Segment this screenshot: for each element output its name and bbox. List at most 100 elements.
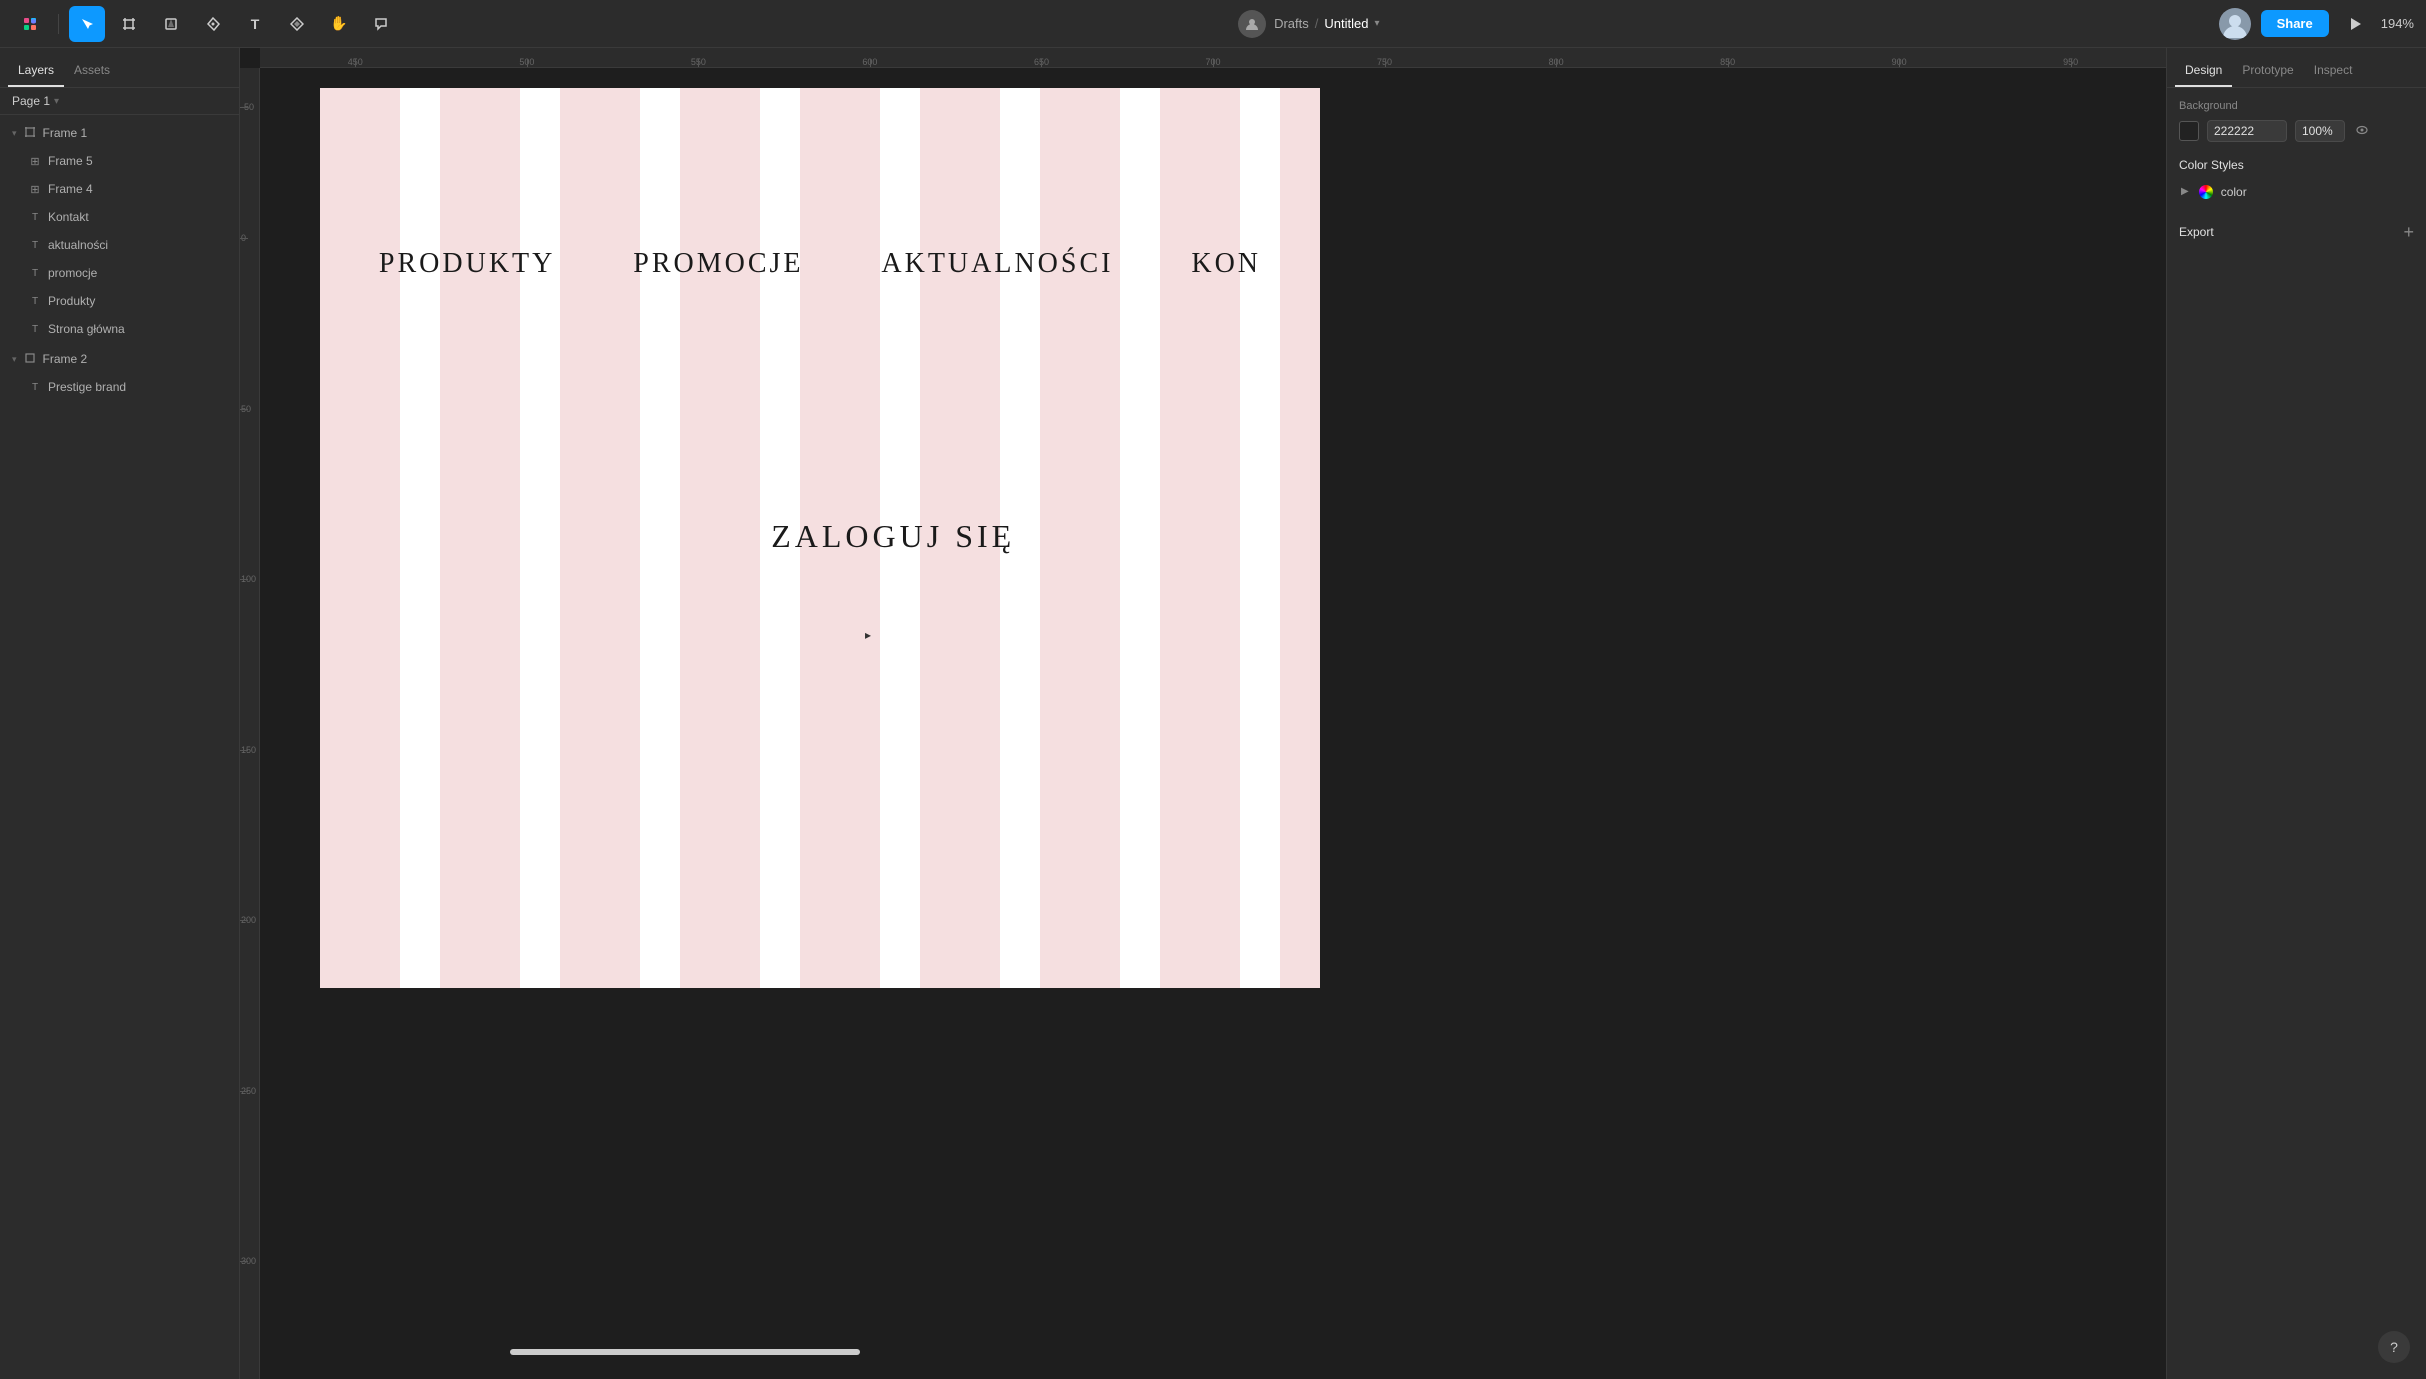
layer-item-frame2[interactable]: ▾ Frame 2 (0, 345, 239, 373)
tab-layers[interactable]: Layers (8, 55, 64, 87)
left-panel: Layers Assets Page 1 ▾ ▾ F (0, 48, 240, 1379)
export-add-button[interactable]: + (2403, 223, 2414, 241)
layer-name-promocje: promocje (48, 266, 231, 280)
color-style-expand-button[interactable]: ▶ (2179, 184, 2191, 199)
color-style-row-color[interactable]: ▶ color (2179, 180, 2414, 203)
layer-name-kontakt: Kontakt (48, 210, 231, 224)
profile-avatar[interactable] (2219, 8, 2251, 40)
play-button[interactable] (2339, 8, 2371, 40)
topbar-right: Share 194% (2219, 8, 2414, 40)
frame-icon-frame4: ⊞ (28, 183, 42, 196)
zoom-level: 194% (2381, 16, 2414, 31)
layer-item-frame1[interactable]: ▾ Frame 1 (0, 119, 239, 147)
export-section: Export + (2179, 223, 2414, 241)
color-style-dot (2199, 185, 2213, 199)
select-tool-button[interactable] (69, 6, 105, 42)
text-icon-aktualnosci: T (28, 240, 42, 251)
help-button[interactable]: ? (2378, 1331, 2410, 1363)
layer-item-produkty[interactable]: T Produkty (0, 287, 239, 315)
expand-arrow-frame1: ▾ (12, 128, 17, 139)
layer-name-frame5: Frame 5 (48, 154, 231, 168)
canvas-center-text: ZALOGUJ SIĘ (771, 518, 1015, 555)
text-tool-button[interactable]: T (237, 6, 273, 42)
layer-name-aktualnosci: aktualności (48, 238, 231, 252)
layer-item-prestige-brand[interactable]: T Prestige brand (0, 373, 239, 401)
background-color-swatch[interactable] (2179, 121, 2199, 141)
frame-icon-frame2 (23, 353, 37, 366)
comment-tool-button[interactable] (363, 6, 399, 42)
export-label: Export (2179, 225, 2214, 239)
color-style-name: color (2221, 185, 2247, 199)
breadcrumb-drafts: Drafts (1274, 16, 1309, 31)
expand-arrow-frame2: ▾ (12, 354, 17, 365)
ruler-horizontal: 450 500 550 600 650 700 750 800 850 900 (260, 48, 2166, 68)
tab-prototype[interactable]: Prototype (2232, 55, 2303, 87)
layer-item-kontakt[interactable]: T Kontakt (0, 203, 239, 231)
topbar-left: T ✋ (12, 6, 399, 42)
layer-name-strona-glowna: Strona główna (48, 322, 231, 336)
layer-name-frame4: Frame 4 (48, 182, 231, 196)
layer-item-strona-glowna[interactable]: T Strona główna (0, 315, 239, 343)
nav-item-aktualnosci: AKTUALNOŚCI (881, 248, 1113, 280)
frame-tool-button[interactable] (111, 6, 147, 42)
user-avatar[interactable] (1238, 10, 1266, 38)
nav-item-promocje: PROMOCJE (633, 248, 803, 280)
page-selector[interactable]: Page 1 ▾ (0, 88, 239, 115)
layer-item-aktualnosci[interactable]: T aktualności (0, 231, 239, 259)
right-panel-content: Background Color Styles (2167, 88, 2426, 1379)
canvas-area[interactable]: 450 500 550 600 650 700 750 800 850 900 (240, 48, 2166, 1379)
text-icon-produkty: T (28, 296, 42, 307)
tab-inspect[interactable]: Inspect (2304, 55, 2363, 87)
panel-tabs: Layers Assets (0, 48, 239, 88)
page-name: Page 1 (12, 94, 50, 108)
tab-assets[interactable]: Assets (64, 55, 120, 87)
background-visibility-button[interactable] (2353, 121, 2371, 142)
shape-tool-button[interactable] (153, 6, 189, 42)
pen-tool-button[interactable] (195, 6, 231, 42)
breadcrumb-dropdown-arrow[interactable]: ▾ (1374, 18, 1379, 29)
text-tool-icon: T (251, 16, 260, 32)
hand-tool-icon: ✋ (330, 15, 347, 32)
cursor-indicator: ▸ (865, 628, 871, 642)
ruler-vertical: -50 0 50 100 150 200 250 300 (240, 68, 260, 1379)
main-layout: Layers Assets Page 1 ▾ ▾ F (0, 48, 2426, 1379)
layer-name-produkty: Produkty (48, 294, 231, 308)
design-frame[interactable]: PRODUKTY PROMOCJE AKTUALNOŚCI KON ZALOGU… (320, 88, 1320, 988)
layer-name-frame1: Frame 1 (43, 126, 231, 140)
background-hex-input[interactable] (2207, 120, 2287, 142)
export-header: Export + (2179, 223, 2414, 241)
page-dropdown-arrow: ▾ (54, 96, 59, 107)
canvas-content[interactable]: PRODUKTY PROMOCJE AKTUALNOŚCI KON ZALOGU… (260, 68, 2166, 1359)
text-icon-kontakt: T (28, 212, 42, 223)
layer-item-promocje[interactable]: T promocje (0, 259, 239, 287)
text-icon-promocje: T (28, 268, 42, 279)
frame-icon-frame1 (23, 127, 37, 140)
text-icon-prestige-brand: T (28, 382, 42, 393)
share-button[interactable]: Share (2261, 10, 2329, 37)
topbar-center: Drafts / Untitled ▾ (1238, 10, 1379, 38)
figma-menu-button[interactable] (12, 6, 48, 42)
color-styles-title: Color Styles (2179, 158, 2244, 172)
breadcrumb: Drafts / Untitled ▾ (1274, 16, 1379, 31)
background-opacity-input[interactable] (2295, 120, 2345, 142)
component-tool-button[interactable] (279, 6, 315, 42)
tab-design[interactable]: Design (2175, 55, 2232, 87)
text-icon-strona-glowna: T (28, 324, 42, 335)
layer-item-frame4[interactable]: ⊞ Frame 4 (0, 175, 239, 203)
color-styles-header: Color Styles (2179, 158, 2414, 172)
right-panel: Design Prototype Inspect Background (2166, 48, 2426, 1379)
nav-item-produkty: PRODUKTY (379, 248, 555, 280)
background-section: Background (2179, 100, 2414, 142)
canvas-scrollbar-horizontal[interactable] (510, 1349, 860, 1355)
background-label: Background (2179, 100, 2414, 112)
layer-name-prestige-brand: Prestige brand (48, 380, 231, 394)
breadcrumb-current: Untitled (1324, 16, 1368, 31)
breadcrumb-separator: / (1315, 16, 1319, 31)
layer-tree: ▾ Frame 1 ⊞ Frame 5 (0, 115, 239, 1379)
hand-tool-button[interactable]: ✋ (321, 6, 357, 42)
color-styles-section: Color Styles ▶ color (2179, 158, 2414, 203)
topbar: T ✋ Drafts / U (0, 0, 2426, 48)
nav-item-kontakt: KON (1191, 248, 1261, 280)
layer-item-frame5[interactable]: ⊞ Frame 5 (0, 147, 239, 175)
right-panel-tabs: Design Prototype Inspect (2167, 48, 2426, 88)
